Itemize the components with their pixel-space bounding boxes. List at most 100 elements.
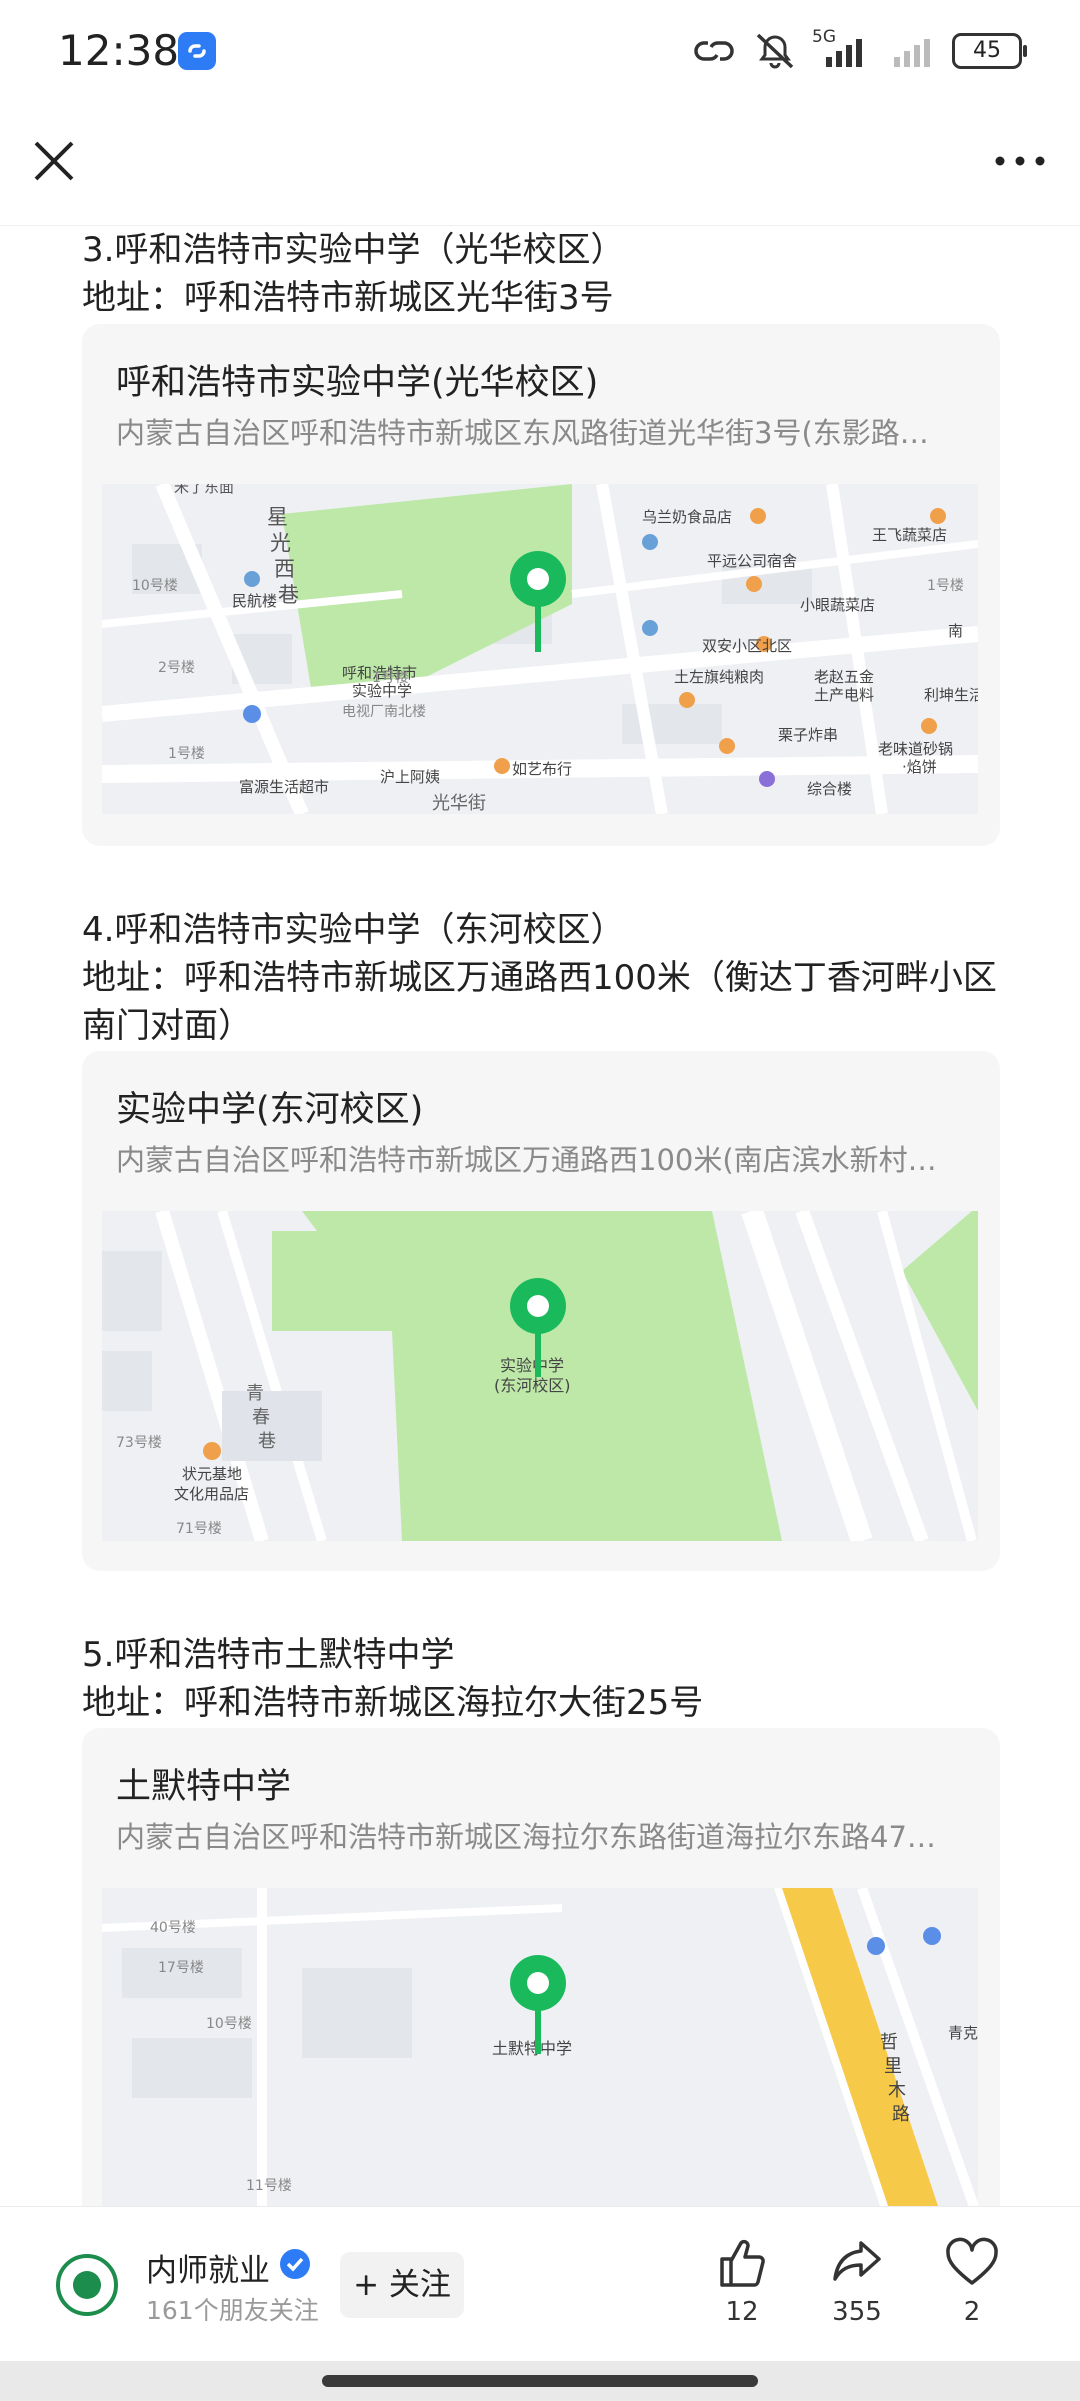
location-address: 内蒙古自治区呼和浩特市新城区东风路街道光华街3号(东影路… <box>116 416 929 450</box>
signal-icon: 5G <box>812 27 876 71</box>
location-address: 内蒙古自治区呼和浩特市新城区海拉尔东路街道海拉尔东路47… <box>116 1820 936 1854</box>
section-heading: 4.呼和浩特市实验中学（东河校区） <box>82 910 625 950</box>
share-icon <box>833 2241 881 2281</box>
article-content[interactable]: 3.呼和浩特市实验中学（光华校区） 地址：呼和浩特市新城区光华街3号 呼和浩特市… <box>0 226 1080 2206</box>
svg-text:春: 春 <box>252 1407 270 1428</box>
svg-text:如艺布行: 如艺布行 <box>512 760 572 778</box>
location-card[interactable]: 呼和浩特市实验中学(光华校区) 内蒙古自治区呼和浩特市新城区东风路街道光华街3号… <box>82 324 1000 846</box>
more-icon <box>995 156 1045 166</box>
svg-text:17号楼: 17号楼 <box>158 1960 204 1976</box>
location-title: 呼和浩特市实验中学(光华校区) <box>116 363 599 403</box>
svg-text:王飞蔬菜店: 王飞蔬菜店 <box>872 526 947 544</box>
svg-text:土左旗纯粮肉: 土左旗纯粮肉 <box>674 668 764 686</box>
svg-text:·焰饼: ·焰饼 <box>902 758 937 776</box>
svg-text:星: 星 <box>267 505 288 529</box>
section-heading: 3.呼和浩特市实验中学（光华校区） <box>82 230 625 270</box>
svg-text:南: 南 <box>948 622 963 640</box>
svg-text:小眼蔬菜店: 小眼蔬菜店 <box>800 596 875 614</box>
favorite-button[interactable]: 2 <box>927 2235 1017 2327</box>
section-address: 地址：呼和浩特市新城区光华街3号 <box>82 278 614 318</box>
location-card[interactable]: 土默特中学 内蒙古自治区呼和浩特市新城区海拉尔东路街道海拉尔东路47… 40号楼… <box>82 1728 1000 2206</box>
svg-text:1号楼: 1号楼 <box>372 670 409 686</box>
svg-text:71号楼: 71号楼 <box>176 1521 222 1537</box>
close-button[interactable] <box>28 135 80 187</box>
svg-text:2号楼: 2号楼 <box>158 660 195 676</box>
status-time: 12:38 <box>58 26 180 75</box>
author-name[interactable]: 内师就业 <box>146 2245 270 2290</box>
svg-text:实验中学: 实验中学 <box>500 1356 564 1375</box>
location-card[interactable]: 实验中学(东河校区) 内蒙古自治区呼和浩特市新城区万通路西100米(南店滨水新村… <box>82 1051 1000 1571</box>
svg-text:木: 木 <box>888 2080 906 2101</box>
svg-text:哲: 哲 <box>880 2032 898 2053</box>
svg-text:巷: 巷 <box>278 583 299 607</box>
svg-text:10号楼: 10号楼 <box>132 578 178 594</box>
verified-badge-icon <box>280 2249 310 2279</box>
signal-weak-icon <box>894 39 930 67</box>
svg-text:73号楼: 73号楼 <box>116 1435 162 1451</box>
svg-text:光: 光 <box>270 531 291 555</box>
svg-text:电视厂南北楼: 电视厂南北楼 <box>342 704 426 720</box>
bottom-action-bar: 内师就业 161个朋友关注 + 关注 12 355 2 <box>0 2206 1080 2362</box>
svg-text:里: 里 <box>884 2056 902 2077</box>
more-button[interactable] <box>990 135 1050 187</box>
favorite-count: 2 <box>963 2297 981 2327</box>
svg-text:土产电料: 土产电料 <box>814 686 874 704</box>
location-title: 土默特中学 <box>116 1767 292 1807</box>
svg-text:民航楼: 民航楼 <box>232 592 277 610</box>
svg-text:老赵五金: 老赵五金 <box>814 668 874 686</box>
svg-text:土默特中学: 土默特中学 <box>492 2039 572 2058</box>
svg-text:栗子炸串: 栗子炸串 <box>778 726 838 744</box>
svg-text:双安小区北区: 双安小区北区 <box>702 637 792 655</box>
link-icon <box>694 41 734 61</box>
svg-text:综合楼: 综合楼 <box>807 780 852 798</box>
svg-text:平远公司宿舍: 平远公司宿舍 <box>707 552 797 570</box>
section-heading: 5.呼和浩特市土默特中学 <box>82 1635 455 1675</box>
heart-icon <box>946 2237 998 2285</box>
svg-text:青: 青 <box>246 1383 264 1404</box>
svg-text:路: 路 <box>892 2104 910 2125</box>
svg-text:文化用品店: 文化用品店 <box>174 1485 249 1503</box>
svg-text:10号楼: 10号楼 <box>206 2016 252 2032</box>
like-button[interactable]: 12 <box>697 2235 787 2327</box>
share-button[interactable]: 355 <box>812 2235 902 2327</box>
map-view[interactable]: 40号楼 17号楼 10号楼 土默特中学 哲 里 木 路 青克 11号楼 <box>102 1888 978 2206</box>
followers-count: 161个朋友关注 <box>146 2296 319 2325</box>
gesture-nav-area <box>0 2361 1080 2401</box>
location-title: 实验中学(东河校区) <box>116 1090 424 1130</box>
author-avatar[interactable] <box>56 2254 118 2316</box>
location-address: 内蒙古自治区呼和浩特市新城区万通路西100米(南店滨水新村… <box>116 1143 937 1177</box>
section-address: 地址：呼和浩特市新城区万通路西100米（衡达丁香河畔小区南门对面） <box>82 958 997 1046</box>
svg-text:1号楼: 1号楼 <box>168 746 205 762</box>
svg-text:1号楼: 1号楼 <box>927 578 964 594</box>
svg-text:青克: 青克 <box>948 2024 978 2042</box>
svg-text:米了东面: 米了东面 <box>174 484 234 496</box>
svg-text:老味道砂锅: 老味道砂锅 <box>878 740 953 758</box>
home-indicator[interactable] <box>322 2375 758 2387</box>
svg-text:40号楼: 40号楼 <box>150 1920 196 1936</box>
battery-icon: 45 <box>952 33 1027 69</box>
status-indicators: 5G 45 <box>690 27 1027 74</box>
svg-text:乌兰奶食品店: 乌兰奶食品店 <box>642 508 732 526</box>
follow-button[interactable]: + 关注 <box>340 2252 464 2318</box>
svg-text:光华街: 光华街 <box>432 793 486 814</box>
close-icon <box>34 141 74 181</box>
svg-text:沪上阿姨: 沪上阿姨 <box>380 768 440 786</box>
section-4: 4.呼和浩特市实验中学（东河校区） 地址：呼和浩特市新城区万通路西100米（衡达… <box>82 906 1012 1050</box>
map-view[interactable]: 青 春 巷 73号楼 状元基地 文化用品店 71号楼 实验中学 (东河校区) <box>102 1211 978 1541</box>
top-nav <box>0 105 1080 226</box>
thumbs-up-icon <box>720 2239 765 2287</box>
svg-text:巷: 巷 <box>258 1431 276 1452</box>
like-count: 12 <box>725 2297 759 2327</box>
status-bar: 12:38 5G 45 <box>0 0 1080 105</box>
section-3: 3.呼和浩特市实验中学（光华校区） 地址：呼和浩特市新城区光华街3号 <box>82 226 1012 322</box>
svg-text:11号楼: 11号楼 <box>246 2178 292 2194</box>
share-count: 355 <box>832 2297 882 2327</box>
map-view[interactable]: 米了东面 星 光 西 巷 乌兰奶食品店 王飞蔬菜店 平远公司宿舍 10号楼 民航… <box>102 484 978 814</box>
section-5: 5.呼和浩特市土默特中学 地址：呼和浩特市新城区海拉尔大街25号 <box>82 1631 1012 1727</box>
svg-text:(东河校区): (东河校区) <box>494 1376 571 1395</box>
svg-text:富源生活超市: 富源生活超市 <box>239 778 329 796</box>
svg-text:利坤生活: 利坤生活 <box>924 686 978 704</box>
section-address: 地址：呼和浩特市新城区海拉尔大街25号 <box>82 1683 704 1723</box>
mute-icon <box>756 33 794 69</box>
svg-text:西: 西 <box>274 557 295 581</box>
